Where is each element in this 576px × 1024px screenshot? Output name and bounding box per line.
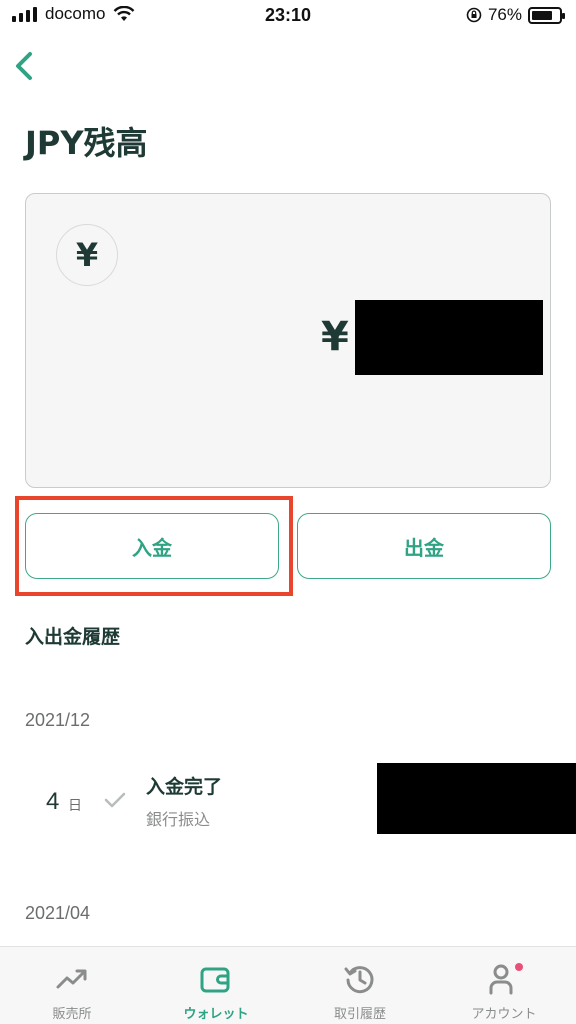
balance-card: ¥ ¥	[25, 193, 551, 488]
tab-sales[interactable]: 販売所	[0, 947, 144, 1024]
battery-percent: 76%	[487, 5, 522, 24]
tab-wallet[interactable]: ウォレット	[144, 947, 288, 1024]
tab-label: ウォレット	[183, 1007, 249, 1022]
balance-currency-symbol: ¥	[321, 314, 349, 360]
history-item-subtitle: 銀行振込	[146, 810, 211, 829]
wallet-icon	[200, 967, 230, 993]
history-icon	[344, 966, 374, 994]
status-bar: docomo 23:10 76%	[0, 0, 576, 34]
tab-label: アカウント	[471, 1007, 537, 1022]
yen-currency-icon: ¥	[56, 224, 118, 286]
trending-up-icon	[56, 969, 87, 989]
battery-icon	[528, 6, 565, 24]
history-item-day-unit: 日	[68, 798, 82, 814]
tab-label: 取引履歴	[333, 1007, 386, 1022]
highlight-box	[15, 496, 293, 596]
withdraw-button[interactable]: 出金	[297, 513, 551, 579]
checkmark-icon	[104, 792, 126, 808]
tab-label: 販売所	[52, 1007, 92, 1022]
orientation-lock-icon	[466, 7, 482, 23]
tab-bar: 販売所 ウォレット 取引履歴 アカウント	[0, 946, 576, 1024]
month-header: 2021/04	[25, 903, 91, 923]
tab-account[interactable]: アカウント	[432, 947, 576, 1024]
month-header: 2021/12	[25, 710, 91, 730]
history-item-title: 入金完了	[146, 776, 223, 798]
page-title: JPY残高	[25, 124, 148, 162]
history-item-amount-redacted	[377, 763, 576, 834]
history-section-title: 入出金履歴	[25, 626, 121, 648]
balance-amount-redacted	[355, 300, 543, 375]
history-item-day: 4	[46, 788, 60, 815]
notification-dot	[515, 963, 523, 971]
back-chevron-icon[interactable]	[10, 46, 42, 86]
tab-trade-history[interactable]: 取引履歴	[288, 947, 432, 1024]
